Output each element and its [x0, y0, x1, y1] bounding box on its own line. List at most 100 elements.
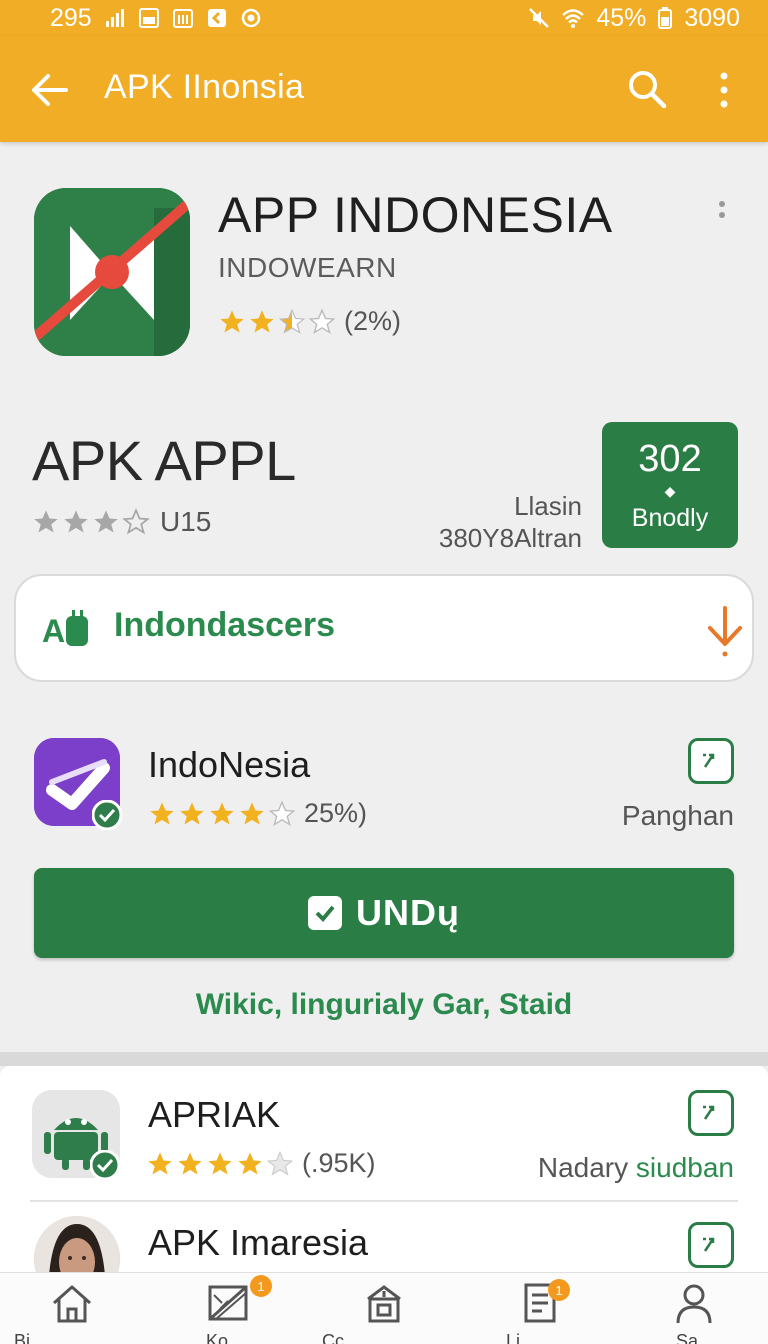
status-time: 295 — [50, 3, 92, 32]
download-icon[interactable] — [702, 604, 748, 658]
star-filled-icon — [240, 801, 264, 824]
calendar-icon — [172, 7, 194, 29]
indonesia-app-rating-text: 25%) — [304, 798, 368, 828]
nav-profile[interactable] — [664, 1279, 724, 1339]
apk-appl-title: APK APPL — [32, 429, 296, 492]
star-empty-icon — [122, 508, 150, 535]
store-icon — [367, 1285, 401, 1323]
apriak-app-rating: (.95K) — [146, 1148, 376, 1179]
indonesia-side-text: Panghan — [621, 800, 734, 831]
star-filled-icon — [208, 1151, 232, 1174]
nav-media-badge: 1 — [250, 1275, 272, 1297]
image-icon — [208, 1285, 248, 1321]
nav-store-label: Cc — [322, 1331, 344, 1344]
star-filled-icon — [148, 1151, 172, 1174]
star-filled-icon — [180, 801, 204, 824]
star-filled-icon — [178, 1151, 202, 1174]
download-count-label: Bnodly — [631, 504, 709, 532]
apriak-rating-text: (.95K) — [302, 1148, 376, 1178]
sync-icon — [240, 7, 262, 29]
more-vert-icon[interactable] — [710, 70, 738, 110]
status-bar: 295 45% 3090 — [0, 0, 768, 36]
open-external-icon — [703, 1105, 715, 1120]
android-logo-icon: A — [42, 610, 106, 650]
star-empty-icon — [268, 800, 296, 826]
search-icon[interactable] — [626, 68, 668, 110]
star-filled-icon — [210, 801, 234, 824]
featured-more-icon[interactable] — [714, 198, 730, 228]
featured-app-rating-text: (2%) — [344, 306, 402, 336]
list-divider — [30, 1200, 738, 1202]
notification-icon — [138, 7, 160, 29]
apriak-side-text-a: Nadary — [537, 1152, 629, 1183]
star-filled-icon — [238, 1151, 262, 1174]
apk-appl-info-line1: Llasin — [514, 491, 582, 521]
star-filled-icon — [150, 801, 174, 824]
nav-docs-label: Li — [506, 1331, 521, 1344]
nav-docs-badge: 1 — [548, 1279, 570, 1301]
indondascers-bar[interactable]: A Indondascers — [14, 574, 754, 682]
status-left: 295 — [50, 4, 262, 33]
mute-icon — [528, 7, 550, 29]
open-external-button[interactable] — [688, 1222, 734, 1268]
star-filled-icon — [64, 510, 88, 533]
star-filled-icon — [250, 309, 274, 332]
bottom-nav: Bi 1 Ko Cc 1 Li Sa — [0, 1272, 768, 1344]
section-divider — [0, 1052, 768, 1066]
open-external-button[interactable] — [688, 738, 734, 784]
nav-home[interactable] — [42, 1279, 102, 1339]
apk-appl-rating: U15 — [32, 506, 211, 538]
unduh-button[interactable]: UNDų — [34, 868, 734, 958]
nav-profile-label: Sa — [676, 1331, 699, 1344]
star-empty-icon — [266, 1150, 294, 1176]
profile-icon — [676, 1284, 712, 1324]
status-right: 45% 3090 — [528, 4, 740, 33]
status-right-text: 3090 — [684, 3, 740, 32]
battery-icon — [658, 7, 673, 29]
wiki-link-text[interactable]: Wikic, lingurialy Gar, Staid — [0, 988, 768, 1022]
star-half-icon — [278, 308, 306, 334]
indonesia-app-name[interactable]: IndoNesia — [148, 744, 310, 786]
star-empty-icon — [308, 308, 336, 334]
featured-app-name[interactable]: APP INDONESIA — [218, 186, 613, 244]
star-filled-icon — [94, 510, 118, 533]
apk-appl-rating-text: U15 — [160, 506, 212, 537]
unduh-button-label: UNDų — [356, 892, 460, 933]
apriak-side-text: Nadary siudban — [538, 1152, 734, 1184]
apriak-app-name[interactable]: APRIAK — [148, 1094, 280, 1136]
nav-media[interactable]: 1 — [198, 1275, 272, 1339]
featured-app-rating: (2%) — [218, 306, 401, 337]
message-icon — [206, 7, 228, 29]
nav-media-label: Ko — [206, 1331, 229, 1344]
star-filled-icon — [34, 510, 58, 533]
apk-imaresia-name[interactable]: APK Imaresia — [148, 1222, 368, 1264]
apk-appl-info: Llasin 380Y8Altran — [439, 490, 582, 554]
diamond-icon: ◆ — [664, 483, 676, 499]
nav-docs[interactable]: 1 — [510, 1279, 570, 1339]
app-bar: APK IInonsia — [0, 36, 768, 142]
nav-store[interactable] — [354, 1279, 414, 1339]
apk-appl-info-line2: 380Y8Altran — [438, 523, 582, 553]
open-external-icon — [703, 753, 715, 768]
checkbox-icon — [308, 896, 342, 930]
indondascers-text: Indondascers — [114, 606, 336, 644]
open-external-button[interactable] — [688, 1090, 734, 1136]
featured-app-developer[interactable]: INDOWEARN — [218, 252, 397, 284]
back-arrow-icon[interactable] — [30, 70, 70, 110]
app-indonesia-logo-icon[interactable] — [34, 188, 190, 356]
indonesia-app-rating: 25%) — [148, 798, 367, 829]
svg-text:A: A — [42, 613, 65, 649]
nav-home-label: Bi — [14, 1331, 31, 1344]
open-external-icon — [703, 1237, 715, 1252]
app-bar-title: APK IInonsia — [104, 68, 305, 106]
download-count-box[interactable]: 302 ◆ Bnodly — [602, 422, 738, 548]
verified-badge-icon — [92, 800, 122, 830]
apriak-app-icon[interactable] — [32, 1090, 120, 1180]
verified-badge-icon — [90, 1150, 120, 1180]
wifi-icon — [562, 7, 585, 29]
battery-percent: 45% — [596, 3, 647, 32]
indonesia-app-icon[interactable] — [34, 738, 122, 830]
signal-icon — [104, 7, 126, 29]
apriak-side-text-b: siudban — [635, 1152, 734, 1183]
star-filled-icon — [220, 309, 244, 332]
